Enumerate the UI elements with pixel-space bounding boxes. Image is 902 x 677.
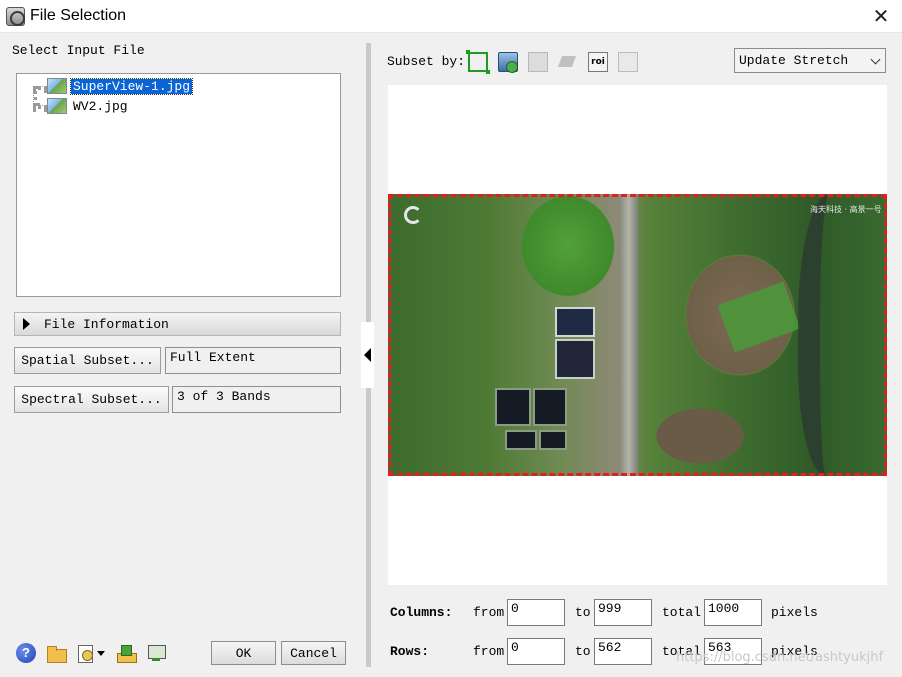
monitor-icon[interactable] bbox=[146, 643, 166, 663]
image-file-icon bbox=[47, 78, 67, 94]
columns-to-input[interactable]: 999 bbox=[594, 599, 652, 626]
close-button[interactable]: ✕ bbox=[870, 6, 892, 28]
subset-by-label: Subset by: bbox=[387, 54, 466, 69]
columns-from-label: from bbox=[473, 605, 505, 620]
spectral-subset-label: Spectral Subset... bbox=[21, 392, 162, 407]
collapse-left-arrow-icon[interactable] bbox=[364, 348, 371, 362]
recent-files-icon[interactable] bbox=[76, 643, 96, 663]
tree-line bbox=[33, 86, 47, 90]
help-icon[interactable]: ? bbox=[16, 643, 36, 663]
image-preview[interactable]: 海天科技 · 高景一号 bbox=[388, 85, 887, 585]
open-folder-icon[interactable] bbox=[46, 643, 67, 663]
file-subset-icon[interactable] bbox=[618, 52, 638, 72]
file-item-wv2[interactable]: WV2.jpg bbox=[47, 97, 130, 115]
spectral-subset-button[interactable]: Spectral Subset... bbox=[14, 386, 169, 413]
page-watermark: https://blog.csdn.net/ashtyukjhf bbox=[676, 650, 884, 665]
select-input-file-label: Select Input File bbox=[12, 43, 145, 58]
ok-label: OK bbox=[235, 645, 252, 661]
ok-button[interactable]: OK bbox=[211, 641, 276, 665]
columns-to-label: to bbox=[575, 605, 591, 620]
cancel-label: Cancel bbox=[290, 645, 337, 661]
app-icon bbox=[6, 7, 25, 26]
file-information-toggle[interactable]: File Information bbox=[14, 312, 341, 336]
rows-label: Rows: bbox=[390, 644, 430, 659]
stretch-selected-value: Update Stretch bbox=[739, 53, 849, 68]
recent-files-dropdown-icon[interactable] bbox=[97, 651, 105, 656]
image-subset-icon[interactable] bbox=[498, 52, 518, 73]
roi-subset-icon[interactable]: roi bbox=[588, 52, 608, 72]
window-title: File Selection bbox=[30, 7, 127, 24]
chevron-down-icon bbox=[870, 54, 881, 65]
columns-label: Columns: bbox=[390, 605, 453, 620]
rows-to-input[interactable]: 562 bbox=[594, 638, 652, 665]
file-name: WV2.jpg bbox=[73, 98, 128, 114]
tree-line bbox=[33, 105, 47, 109]
expand-arrow-icon bbox=[23, 318, 30, 330]
bbox-icon[interactable] bbox=[466, 50, 490, 74]
columns-from-input[interactable]: 0 bbox=[507, 599, 565, 626]
rows-from-label: from bbox=[473, 644, 505, 659]
columns-unit: pixels bbox=[771, 605, 818, 620]
spatial-subset-value: Full Extent bbox=[165, 347, 341, 374]
rows-to-label: to bbox=[575, 644, 591, 659]
spectral-subset-value: 3 of 3 Bands bbox=[172, 386, 341, 413]
rows-from-input[interactable]: 0 bbox=[507, 638, 565, 665]
file-item-superview[interactable]: SuperView-1.jpg bbox=[47, 77, 194, 95]
export-icon[interactable] bbox=[116, 643, 137, 663]
vector-subset-icon[interactable] bbox=[558, 52, 578, 72]
cancel-button[interactable]: Cancel bbox=[281, 641, 346, 665]
file-name: SuperView-1.jpg bbox=[69, 77, 194, 95]
subset-selection-box[interactable] bbox=[388, 194, 887, 476]
spatial-subset-label: Spatial Subset... bbox=[21, 353, 154, 368]
columns-total-label: total bbox=[662, 605, 702, 620]
file-list[interactable]: SuperView-1.jpg WV2.jpg bbox=[16, 73, 341, 297]
spatial-subset-button[interactable]: Spatial Subset... bbox=[14, 347, 161, 374]
stretch-dropdown[interactable]: Update Stretch bbox=[734, 48, 886, 73]
image-file-icon bbox=[47, 98, 67, 114]
map-subset-icon[interactable] bbox=[528, 52, 548, 72]
columns-total-value: 1000 bbox=[704, 599, 762, 626]
file-information-label: File Information bbox=[44, 316, 169, 332]
title-bar: File Selection ✕ bbox=[0, 0, 902, 33]
